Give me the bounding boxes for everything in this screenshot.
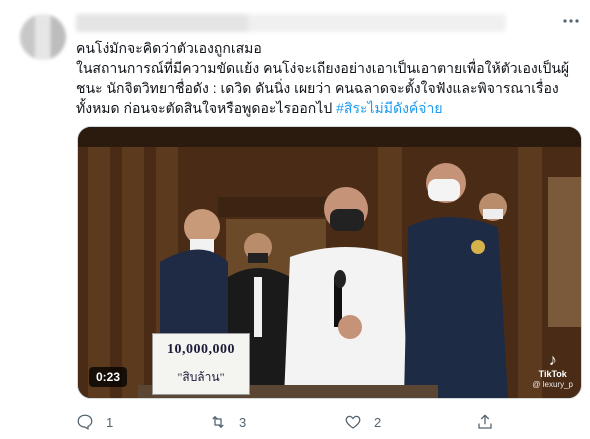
money-sign-board: 10,000,000 "สิบล้าน": [152, 333, 250, 395]
retweet-count: 3: [239, 414, 247, 430]
like-count: 2: [374, 414, 382, 430]
video-duration-badge: 0:23: [89, 367, 128, 387]
tweet[interactable]: คนโง่มักจะคิดว่าตัวเองถูกเสมอ ในสถานการณ…: [0, 0, 590, 439]
like-button[interactable]: 2: [344, 410, 381, 434]
video-player[interactable]: 10,000,000 "สิบล้าน" 0:23 ♪ TikTok @ lex…: [77, 126, 582, 399]
tiktok-logo-icon: ♪: [548, 352, 557, 369]
reply-icon: [77, 414, 93, 430]
sign-amount: 10,000,000: [167, 342, 235, 357]
sign-words: "สิบล้าน": [177, 370, 225, 384]
retweet-icon: [212, 415, 224, 429]
avatar[interactable]: [20, 14, 66, 60]
tweet-text-line1: คนโง่มักจะคิดว่าตัวเองถูกเสมอ: [76, 40, 262, 56]
reply-button[interactable]: 1: [76, 410, 113, 434]
share-button[interactable]: [476, 410, 506, 434]
tiktok-watermark: ♪ TikTok @ lexury_p: [532, 353, 573, 390]
reply-count: 1: [106, 414, 114, 430]
tweet-text-body: ในสถานการณ์ที่มีความขัดแย้ง คนโง่จะเถียง…: [76, 58, 576, 118]
tweet-text-line2: ในสถานการณ์ที่มีความขัดแย้ง คนโง่จะเถียง…: [76, 60, 570, 116]
tweet-text: คนโง่มักจะคิดว่าตัวเองถูกเสมอ ในสถานการณ…: [76, 38, 576, 118]
tweet-actions: 1 3 2: [76, 410, 576, 434]
retweet-button[interactable]: 3: [209, 410, 246, 434]
tweet-author-meta-blurred: [76, 14, 506, 32]
hashtag-link[interactable]: #สิระไม่มีดังค์จ่าย: [336, 100, 442, 116]
tiktok-username: @ lexury_p: [532, 380, 573, 389]
share-icon: [478, 414, 492, 429]
tiktok-brand: TikTok: [538, 369, 567, 379]
heart-icon: [345, 415, 361, 429]
more-icon[interactable]: [560, 12, 582, 30]
